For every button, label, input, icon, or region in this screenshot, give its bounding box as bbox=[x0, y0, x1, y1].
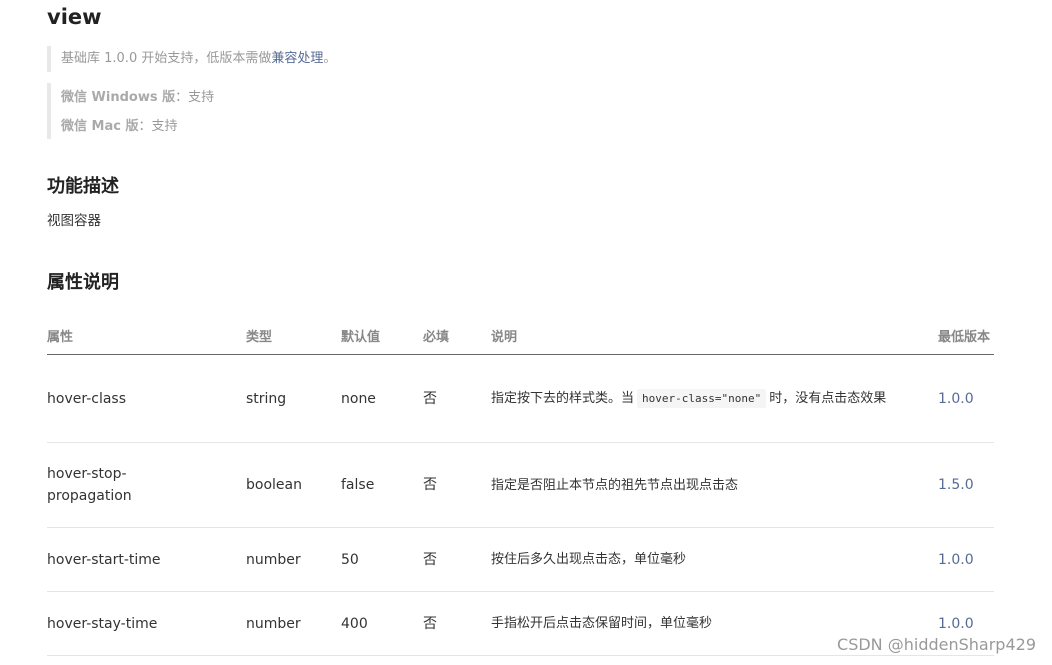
base-library-suffix: 。 bbox=[323, 51, 337, 66]
attr-default: none bbox=[341, 354, 423, 443]
attr-required: 否 bbox=[423, 527, 491, 592]
attr-type: number bbox=[246, 591, 341, 656]
windows-label: 微信 Windows 版 bbox=[61, 90, 176, 105]
attr-type: number bbox=[246, 527, 341, 592]
table-row: hover-stop-propagation boolean false 否 指… bbox=[47, 442, 994, 528]
attr-type: string bbox=[246, 354, 341, 443]
attr-version[interactable]: 1.0.0 bbox=[938, 527, 994, 592]
attr-default: 50 bbox=[341, 527, 423, 592]
base-library-note: 基础库 1.0.0 开始支持，低版本需做兼容处理。 bbox=[47, 46, 336, 72]
base-library-text: 基础库 1.0.0 开始支持，低版本需做 bbox=[61, 51, 272, 66]
windows-support: 微信 Windows 版：支持 bbox=[61, 83, 214, 112]
attr-description: 按住后多久出现点击态，单位毫秒 bbox=[491, 527, 938, 592]
desc-text-suffix: 时，没有点击态效果 bbox=[769, 391, 887, 406]
attr-required: 否 bbox=[423, 354, 491, 443]
attr-required: 否 bbox=[423, 442, 491, 528]
header-required: 必填 bbox=[423, 316, 491, 355]
attr-type: boolean bbox=[246, 442, 341, 528]
attr-default: false bbox=[341, 442, 423, 528]
mac-support: 微信 Mac 版：支持 bbox=[61, 112, 214, 141]
attr-name: hover-stop-propagation bbox=[47, 442, 246, 528]
table-row: hover-class string none 否 指定按下去的样式类。当 hov… bbox=[47, 354, 994, 443]
header-type: 类型 bbox=[246, 316, 341, 355]
page-title: view bbox=[47, 5, 102, 29]
attr-name: hover-start-time bbox=[47, 527, 246, 592]
windows-value: ：支持 bbox=[175, 90, 215, 105]
attributes-table: 属性 类型 默认值 必填 说明 最低版本 hover-class string … bbox=[47, 316, 994, 656]
header-description: 说明 bbox=[491, 316, 938, 355]
desc-text: 指定按下去的样式类。当 bbox=[491, 391, 635, 406]
attr-default: 400 bbox=[341, 591, 423, 656]
function-text: 视图容器 bbox=[47, 213, 101, 229]
table-header-row: 属性 类型 默认值 必填 说明 最低版本 bbox=[47, 316, 994, 355]
header-attribute: 属性 bbox=[47, 316, 246, 355]
attr-name: hover-class bbox=[47, 354, 246, 443]
table-row: hover-start-time number 50 否 按住后多久出现点击态，… bbox=[47, 527, 994, 592]
attr-version[interactable]: 1.5.0 bbox=[938, 442, 994, 528]
platform-support-note: 微信 Windows 版：支持 微信 Mac 版：支持 bbox=[47, 83, 214, 139]
function-heading: 功能描述 bbox=[47, 176, 119, 197]
attr-required: 否 bbox=[423, 591, 491, 656]
mac-value: ：支持 bbox=[138, 119, 178, 134]
attr-description: 指定是否阻止本节点的祖先节点出现点击态 bbox=[491, 442, 938, 528]
attr-name: hover-stay-time bbox=[47, 591, 246, 656]
attributes-heading: 属性说明 bbox=[47, 272, 119, 293]
compat-link[interactable]: 兼容处理 bbox=[271, 51, 323, 66]
attr-version[interactable]: 1.0.0 bbox=[938, 354, 994, 443]
header-default: 默认值 bbox=[341, 316, 423, 355]
mac-label: 微信 Mac 版 bbox=[61, 119, 139, 134]
csdn-watermark: CSDN @hiddenSharp429 bbox=[837, 635, 1036, 654]
header-min-version: 最低版本 bbox=[938, 316, 994, 355]
desc-code: hover-class="none" bbox=[637, 389, 767, 408]
attr-description: 指定按下去的样式类。当 hover-class="none" 时，没有点击态效果 bbox=[491, 354, 938, 443]
